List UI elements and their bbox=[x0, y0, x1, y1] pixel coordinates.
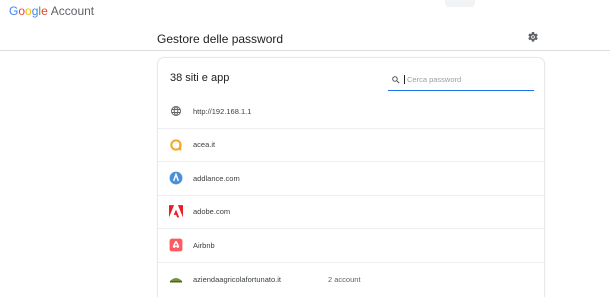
settings-button[interactable] bbox=[526, 30, 540, 44]
site-name: http://192.168.1.1 bbox=[193, 106, 252, 116]
globe-icon bbox=[168, 103, 184, 119]
acea-logo-icon bbox=[168, 137, 184, 153]
list-item[interactable]: aziendaagricolafortunato.it 2 account bbox=[158, 263, 544, 297]
list-item[interactable]: adobe.com bbox=[158, 196, 544, 229]
top-bar: Google Account bbox=[0, 0, 610, 51]
adobe-logo-icon bbox=[168, 204, 184, 220]
azienda-logo-icon bbox=[168, 271, 184, 287]
top-tab-chip[interactable] bbox=[445, 0, 475, 7]
site-name: acea.it bbox=[193, 140, 216, 150]
search-icon bbox=[389, 73, 403, 87]
search-box[interactable] bbox=[388, 69, 534, 91]
site-name: aziendaagricolafortunato.it bbox=[193, 274, 281, 284]
airbnb-logo-icon bbox=[168, 237, 184, 253]
google-account-logo[interactable]: Google Account bbox=[9, 4, 94, 20]
addlance-logo-icon bbox=[168, 170, 184, 186]
google-wordmark: Google bbox=[9, 4, 48, 18]
password-list: http://192.168.1.1 acea.it addlance.com … bbox=[158, 95, 544, 296]
list-item[interactable]: http://192.168.1.1 bbox=[158, 95, 544, 129]
brand-account-label: Account bbox=[50, 4, 95, 18]
site-name: addlance.com bbox=[193, 173, 240, 183]
site-name: adobe.com bbox=[193, 207, 231, 217]
page-title: Gestore delle password bbox=[157, 32, 284, 46]
gear-icon bbox=[528, 31, 538, 42]
site-name: Airbnb bbox=[193, 240, 215, 250]
search-input[interactable] bbox=[404, 75, 524, 84]
list-item[interactable]: addlance.com bbox=[158, 162, 544, 196]
sites-count: 38 siti e app bbox=[170, 72, 230, 84]
account-count: 2 account bbox=[328, 274, 361, 284]
list-item[interactable]: Airbnb bbox=[158, 229, 544, 263]
list-item[interactable]: acea.it bbox=[158, 129, 544, 162]
password-list-card: 38 siti e app http://192.168.1.1 acea.it… bbox=[157, 57, 545, 297]
